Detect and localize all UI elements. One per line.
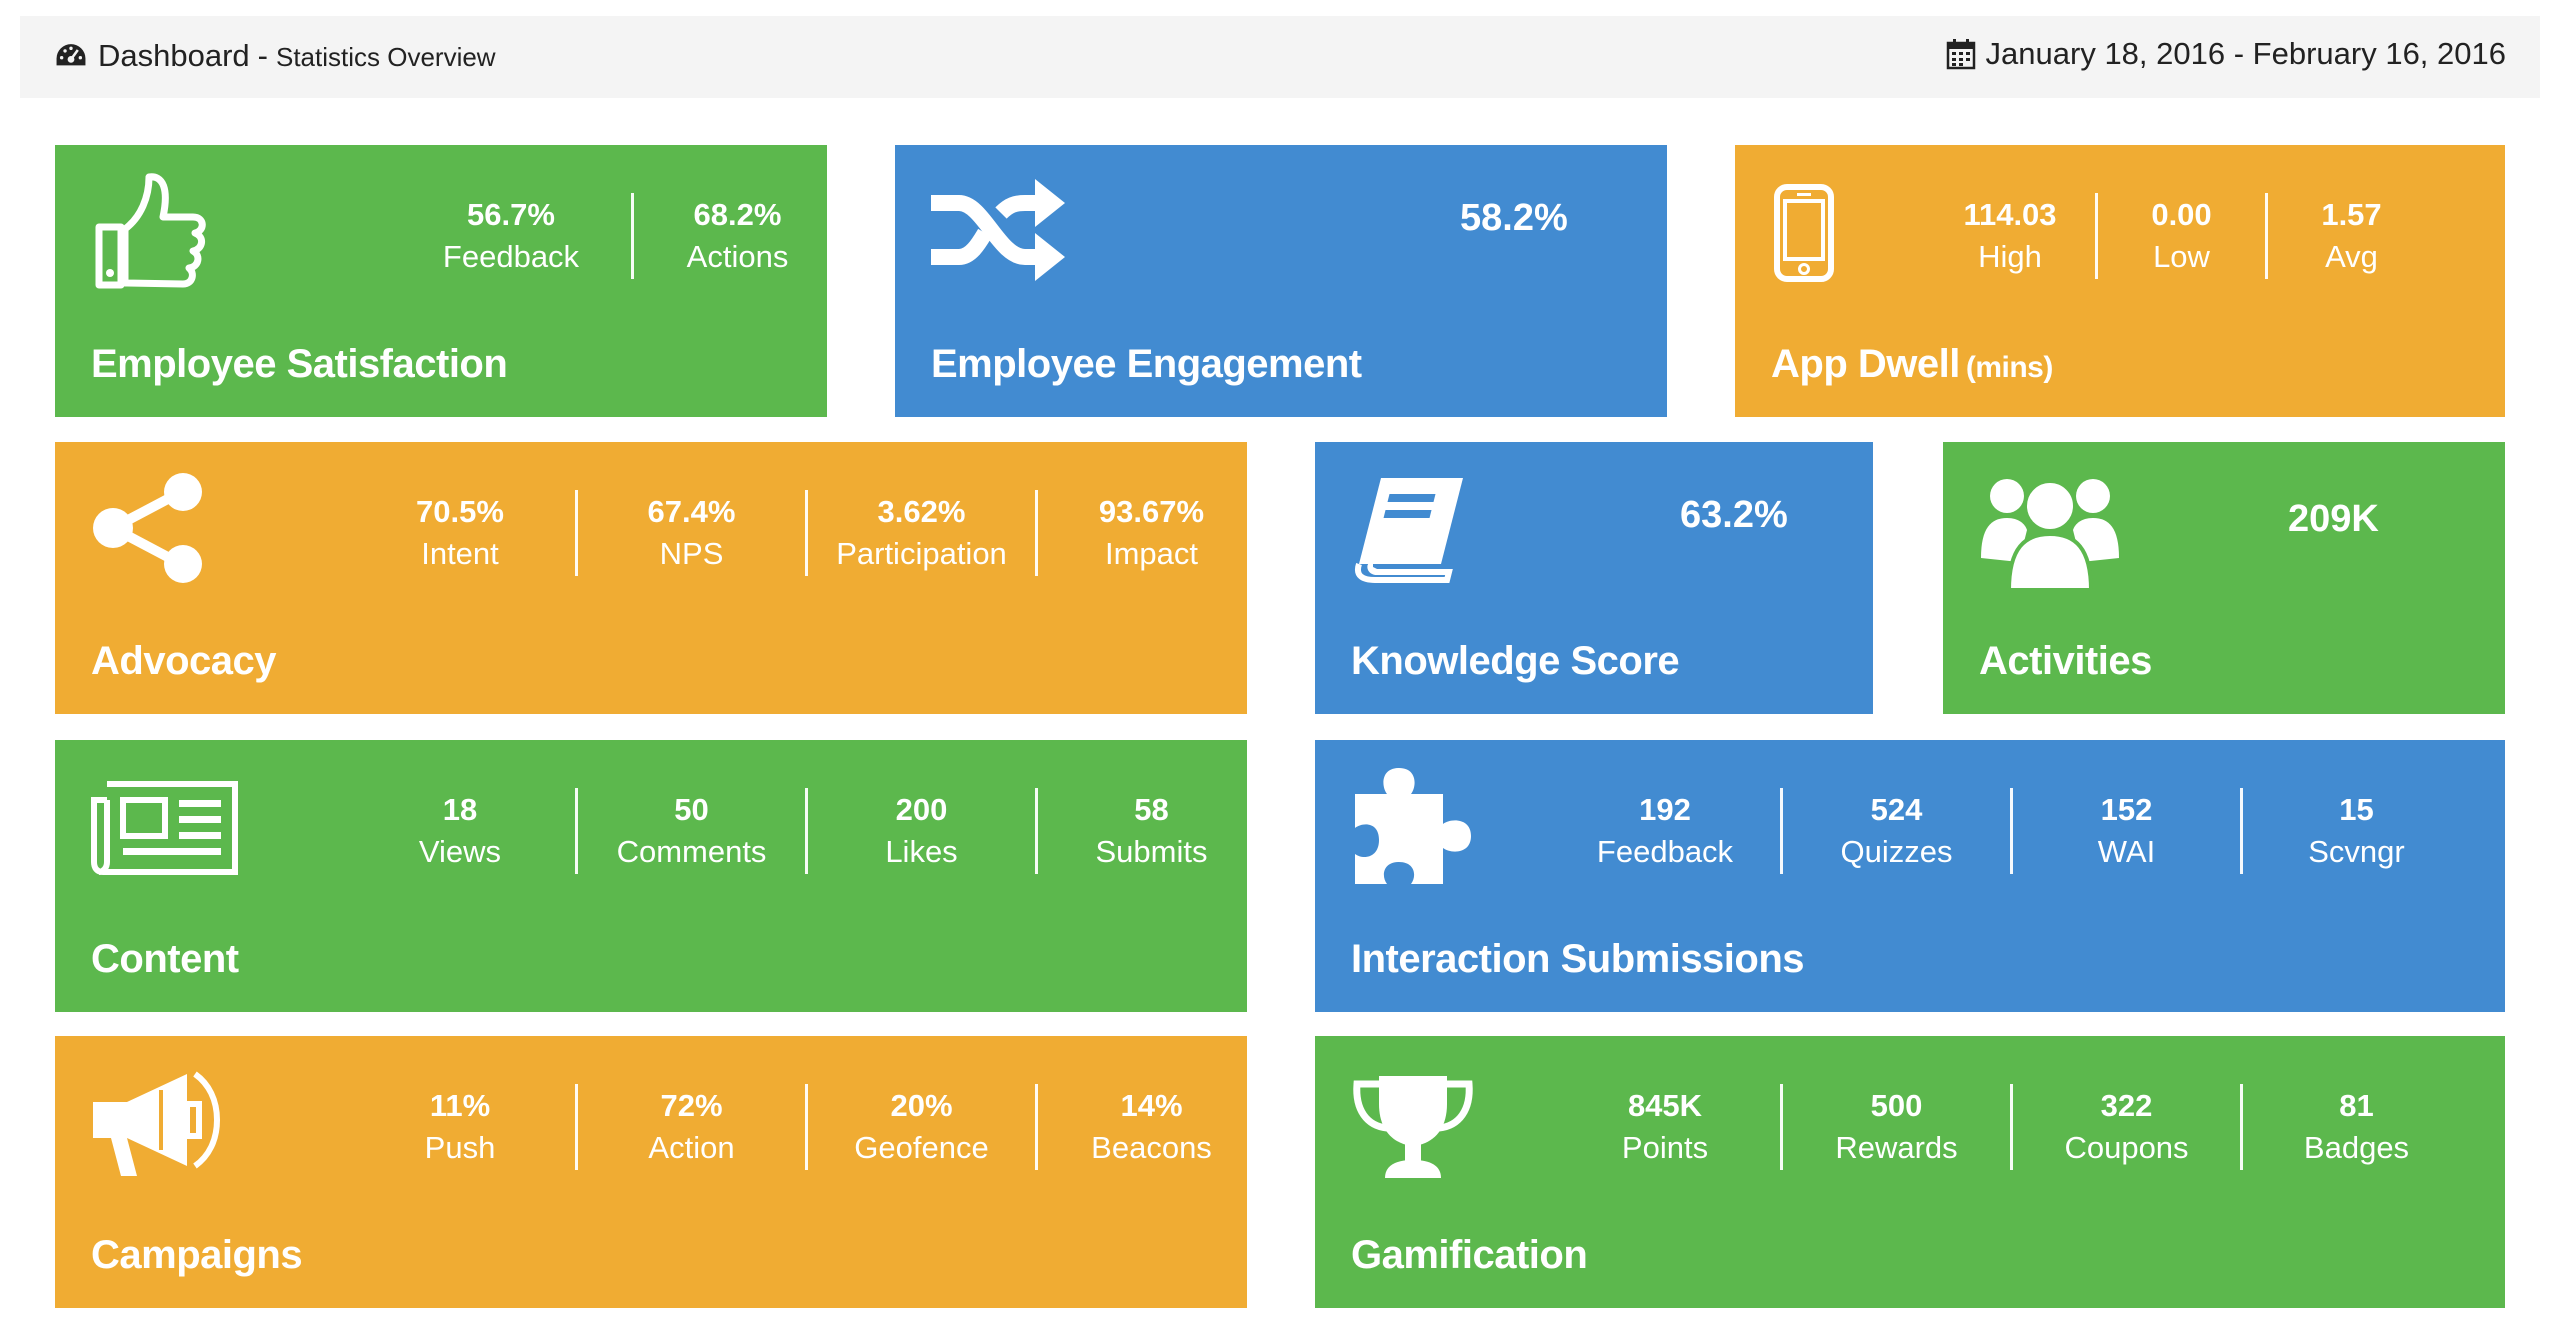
date-range-text: January 18, 2016 - February 16, 2016 [1985,36,2506,71]
dashboard-gauge-icon [56,44,86,66]
puzzle-piece-icon [1351,764,1475,888]
employee-engagement-tile[interactable]: 58.2% Employee Engagement [895,145,1667,417]
stat-push: 11% Push [424,1088,496,1165]
title-separator: - [257,38,268,73]
date-range-picker[interactable]: January 18, 2016 - February 16, 2016 [1946,36,2506,72]
stat-feedback-submissions: 192 Feedback [1596,792,1734,869]
knowledge-score-value: 63.2% [1680,494,1788,536]
stat-points: 845K Points [1621,1088,1709,1165]
tile-title-unit: (mins) [1965,351,2054,384]
stat-coupons: 322 Coupons [2010,1084,2240,1170]
stat-submits: 58 Submits [1035,788,1265,874]
page-header: Dashboard - Statistics Overview January … [20,16,2540,98]
tile-title: Knowledge Score [1351,639,1680,683]
tile-title: Employee Engagement [931,342,1362,386]
activities-value: 209K [2288,498,2379,540]
tile-title: Activities [1979,639,2152,683]
tile-title: Content [91,937,239,981]
page-subtitle: Statistics Overview [275,42,496,72]
stat-participation: 3.62% Participation [805,490,1035,576]
stat-high: 114.03 High [1963,197,2057,274]
activities-tile[interactable]: 209K Activities [1943,442,2505,714]
stat-badges: 81 Badges [2240,1084,2470,1170]
page-title: Dashboard [98,38,250,73]
share-icon [91,472,206,584]
newspaper-icon [91,774,241,878]
stat-intent: 70.5% Intent [416,494,504,571]
stat-views: 18 Views [418,792,502,869]
users-group-icon [1979,466,2121,592]
tile-title: Employee Satisfaction [91,342,508,386]
stat-scvngr: 15 Scvngr [2240,788,2470,874]
app-dwell-tile[interactable]: 114.03 High 0.00 Low 1.57 Avg App Dwell(… [1735,145,2505,417]
employee-satisfaction-tile[interactable]: 56.7% Feedback 68.2% Actions Employee Sa… [55,145,827,417]
stat-comments: 50 Comments [575,788,805,874]
stat-feedback: 56.7% Feedback [442,197,580,274]
tile-title: Interaction Submissions [1351,937,1805,981]
stat-likes: 200 Likes [805,788,1035,874]
shuffle-icon [931,171,1066,289]
trophy-icon [1351,1070,1475,1182]
stat-nps: 67.4% NPS [575,490,805,576]
tile-title: Gamification [1351,1233,1588,1277]
stat-geofence: 20% Geofence [805,1084,1035,1170]
megaphone-icon [91,1070,223,1180]
tile-title: Campaigns [91,1233,303,1277]
stat-quizzes: 524 Quizzes [1780,788,2010,874]
tile-title: Advocacy [91,639,276,683]
tile-title: App Dwell (mins) [1771,342,2054,386]
stat-wai: 152 WAI [2010,788,2240,874]
stat-actions: 68.2% Actions [631,193,841,279]
gamification-tile[interactable]: 845K Points 500 Rewards 322 Coupons 81 B… [1315,1036,2505,1308]
knowledge-score-tile[interactable]: 63.2% Knowledge Score [1315,442,1873,714]
breadcrumb: Dashboard - Statistics Overview [54,38,496,74]
campaigns-tile[interactable]: 11% Push 72% Action 20% Geofence 14% Bea… [55,1036,1247,1308]
advocacy-tile[interactable]: 70.5% Intent 67.4% NPS 3.62% Participati… [55,442,1247,714]
content-tile[interactable]: 18 Views 50 Comments 200 Likes 58 Submit… [55,740,1247,1012]
stat-action: 72% Action [575,1084,805,1170]
stat-rewards: 500 Rewards [1780,1084,2010,1170]
mobile-phone-icon [1773,183,1835,283]
stat-avg: 1.57 Avg [2265,193,2435,279]
stat-beacons: 14% Beacons [1035,1084,1265,1170]
interaction-submissions-tile[interactable]: 192 Feedback 524 Quizzes 152 WAI 15 Scvn… [1315,740,2505,1012]
engagement-value: 58.2% [1460,197,1568,239]
stat-low: 0.00 Low [2095,193,2265,279]
book-icon [1351,472,1471,584]
thumbs-up-icon [91,167,206,292]
calendar-icon [1946,39,1975,70]
stat-impact: 93.67% Impact [1035,490,1265,576]
